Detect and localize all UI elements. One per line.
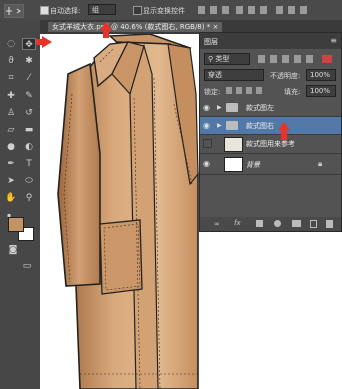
fill-value: 100% xyxy=(310,87,331,95)
align-buttons xyxy=(196,5,326,15)
zoom-tool-icon[interactable]: ⚲ xyxy=(22,192,36,204)
auto-select-dropdown[interactable]: 组 xyxy=(88,4,116,15)
layer-row-background[interactable]: ◉ 背景 🔒︎ xyxy=(200,154,341,175)
expand-arrow-icon[interactable]: ▶ xyxy=(217,104,222,111)
layer-name: 款式图右 xyxy=(246,122,274,130)
adjustment-icon[interactable] xyxy=(274,220,281,227)
visibility-eye-icon[interactable]: ◉ xyxy=(203,159,212,168)
gradient-icon[interactable]: ▬ xyxy=(22,124,36,136)
fill-field[interactable]: 100% xyxy=(306,85,336,97)
layers-panel: 图层 ≡ ⚲ 类型 穿透 不透明度: 100% 锁定: 填充: 100% ◉ ▶… xyxy=(199,32,342,232)
trash-icon[interactable] xyxy=(326,220,333,228)
opacity-label: 不透明度: xyxy=(270,72,301,80)
layer-thumbnail xyxy=(224,157,243,172)
folder-icon[interactable] xyxy=(292,220,301,227)
layer-row-group-right[interactable]: ◉ ▶ 款式图右 xyxy=(200,117,341,135)
screen-mode-icon[interactable]: ▭ xyxy=(20,260,34,272)
auto-select-label: 自动选择: xyxy=(50,7,81,15)
auto-select-checkbox[interactable] xyxy=(40,6,49,15)
blend-mode-dropdown[interactable]: 穿透 xyxy=(204,69,264,81)
lock-icons[interactable] xyxy=(224,86,274,95)
show-transform-checkbox[interactable] xyxy=(133,6,142,15)
layer-row-reference[interactable]: 款式图用来参考 xyxy=(200,135,341,154)
quick-mask-icon[interactable]: ◙ xyxy=(6,244,20,256)
tools-panel: ◌ ✥ ϑ ✱ ⌗ ⁄ ✚ ✎ ♙ ↺ ▱ ▬ ● ◐ ✒ T ➤ ⬭ ✋ ⚲ … xyxy=(0,20,41,389)
fx-icon[interactable]: fx xyxy=(234,219,241,227)
eraser-icon[interactable]: ▱ xyxy=(4,124,18,136)
auto-select-value: 组 xyxy=(92,6,99,14)
crop-tool-icon[interactable]: ⌗ xyxy=(4,72,18,84)
healing-brush-icon[interactable]: ✚ xyxy=(4,90,18,102)
folder-icon xyxy=(226,103,238,112)
folder-icon xyxy=(226,121,238,130)
layer-name: 背景 xyxy=(246,161,260,169)
lasso-tool-icon[interactable]: ϑ xyxy=(4,55,18,67)
layer-name: 款式图左 xyxy=(246,104,274,112)
lock-icon: 🔒︎ xyxy=(318,159,323,168)
layers-panel-title[interactable]: 图层 xyxy=(204,37,218,47)
path-selection-icon[interactable]: ➤ xyxy=(4,175,18,187)
red-arrow-layer-selected xyxy=(278,122,290,140)
lock-label: 锁定: xyxy=(204,88,221,96)
opacity-field[interactable]: 100% xyxy=(306,69,336,81)
new-layer-icon[interactable] xyxy=(310,220,317,228)
fill-label: 填充: xyxy=(284,88,301,96)
layers-panel-footer: ∞ fx xyxy=(200,217,341,231)
layers-panel-header: 图层 ≡ xyxy=(200,33,341,49)
foreground-color-swatch[interactable] xyxy=(8,217,24,232)
options-bar: 自动选择: 组 显示变换控件 xyxy=(0,0,342,21)
brush-tool-icon[interactable]: ✎ xyxy=(22,90,36,102)
expand-arrow-icon[interactable]: ▶ xyxy=(217,122,222,129)
layer-row-group-left[interactable]: ◉ ▶ 款式图左 xyxy=(200,99,341,117)
hand-tool-icon[interactable]: ✋ xyxy=(4,192,18,204)
mask-icon[interactable] xyxy=(256,220,263,227)
layer-name: 款式图用来参考 xyxy=(246,140,295,148)
magic-wand-icon[interactable]: ✱ xyxy=(22,55,36,67)
dodge-tool-icon[interactable]: ◐ xyxy=(22,141,36,153)
red-arrow-move-tool xyxy=(36,36,52,48)
ellipse-tool-icon[interactable]: ⬭ xyxy=(22,175,36,187)
visibility-eye-icon[interactable]: ◉ xyxy=(203,103,212,112)
visibility-eye-icon[interactable]: ◉ xyxy=(203,121,212,130)
eyedropper-icon[interactable]: ⁄ xyxy=(22,72,36,84)
marquee-tool-icon[interactable]: ◌ xyxy=(4,38,18,50)
move-tool-icon[interactable]: ✥ xyxy=(22,38,36,50)
blur-tool-icon[interactable]: ● xyxy=(4,141,18,153)
clone-stamp-icon[interactable]: ♙ xyxy=(4,107,18,119)
blend-mode-value: 穿透 xyxy=(208,71,222,79)
panel-menu-icon[interactable]: ≡ xyxy=(330,36,337,45)
layer-filter-value: 类型 xyxy=(215,55,230,63)
document-tab-title: 女式羊绒大衣.psd @ 40.6% (款式图右, RGB/8) * xyxy=(52,23,211,31)
link-icon[interactable]: ∞ xyxy=(214,220,220,228)
pen-tool-icon[interactable]: ✒ xyxy=(4,158,18,170)
document-tab[interactable]: 女式羊绒大衣.psd @ 40.6% (款式图右, RGB/8) * × xyxy=(48,22,223,32)
filter-icons[interactable] xyxy=(256,54,336,64)
opacity-value: 100% xyxy=(310,71,331,79)
document-tab-close[interactable]: × xyxy=(212,23,218,31)
layer-filter-dropdown[interactable]: ⚲ 类型 xyxy=(204,53,250,65)
show-transform-label: 显示变换控件 xyxy=(143,7,185,15)
type-tool-icon[interactable]: T xyxy=(22,158,36,170)
history-brush-icon[interactable]: ↺ xyxy=(22,107,36,119)
layer-thumbnail xyxy=(224,137,243,152)
move-tool-preset-icon[interactable] xyxy=(4,4,24,18)
red-arrow-document-tab xyxy=(100,22,112,38)
visibility-empty-icon[interactable] xyxy=(203,139,212,148)
